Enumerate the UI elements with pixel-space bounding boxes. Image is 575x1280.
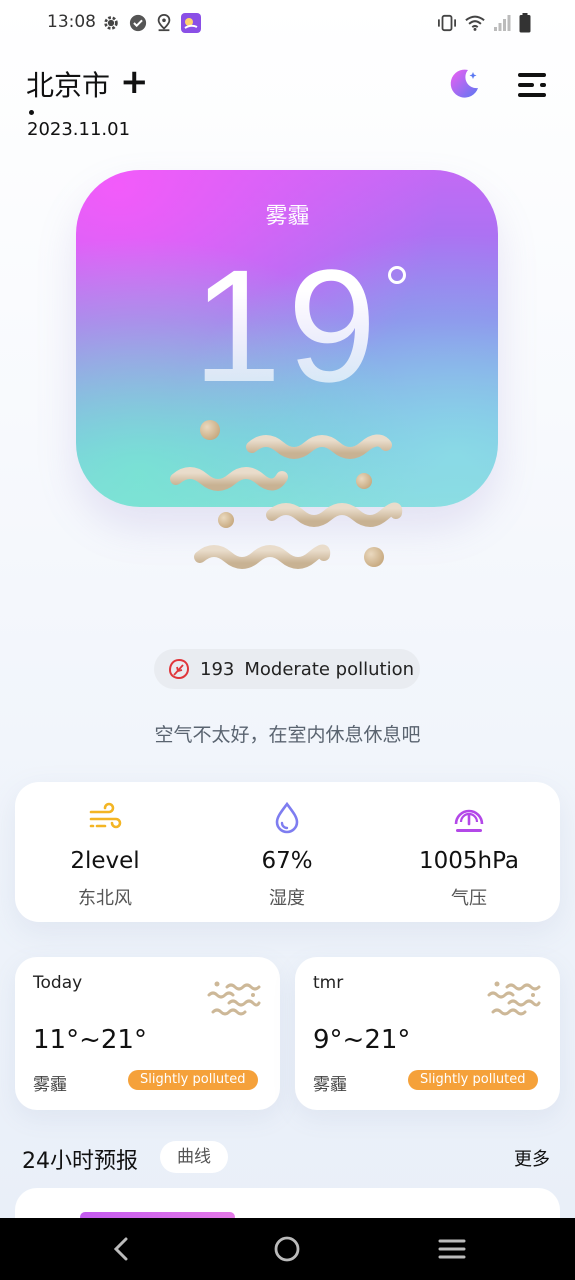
- menu-icon[interactable]: [516, 72, 548, 98]
- day-temp-range: 11°~21°: [33, 1025, 147, 1055]
- wind-stat[interactable]: 2level 东北风: [15, 782, 195, 922]
- humidity-label: 湿度: [269, 888, 305, 909]
- recents-icon: [438, 1239, 466, 1259]
- hero-temperature: 19: [0, 236, 575, 416]
- page-indicator-dot: [29, 110, 34, 115]
- forecast-title: 24小时预报: [22, 1149, 138, 1174]
- today-card[interactable]: Today 11°~21° 雾霾 Slightly polluted: [15, 957, 280, 1110]
- back-icon: [113, 1237, 128, 1261]
- leaf-icon: [168, 658, 190, 680]
- hero-condition: 雾霾: [265, 204, 310, 229]
- drop-icon: [275, 801, 299, 834]
- day-temp-range: 9°~21°: [313, 1025, 411, 1055]
- location-icon: [157, 14, 171, 32]
- haze-icon: [207, 981, 261, 1016]
- home-button[interactable]: [255, 1218, 319, 1280]
- humidity-value: 67%: [261, 848, 313, 874]
- aqi-badge[interactable]: 193 Moderate pollution: [154, 649, 420, 689]
- pressure-value: 1005hPa: [418, 848, 520, 874]
- aqi-label: Moderate pollution: [244, 658, 415, 680]
- status-time: 13:08: [47, 12, 96, 32]
- humidity-stat[interactable]: 67% 湿度: [197, 782, 377, 922]
- tomorrow-card[interactable]: tmr 9°~21° 雾霾 Slightly polluted: [295, 957, 560, 1110]
- status-icons-left: [102, 12, 201, 34]
- status-icons-right: [437, 12, 531, 34]
- degree-symbol: [388, 266, 406, 284]
- air-quality-badge: Slightly polluted: [128, 1070, 258, 1090]
- wifi-icon: [465, 15, 485, 31]
- system-nav-bar: [0, 1218, 575, 1280]
- day-name: Today: [33, 973, 83, 993]
- day-condition: 雾霾: [313, 1075, 347, 1095]
- curve-toggle-button[interactable]: 曲线: [160, 1141, 228, 1173]
- recents-button[interactable]: [420, 1218, 484, 1280]
- battery-icon: [519, 13, 531, 33]
- wind-label: 东北风: [78, 888, 132, 909]
- weather-stats-card: 2level 东北风 67% 湿度 1005hPa 气压: [15, 782, 560, 922]
- city-name: 北京市: [26, 69, 111, 102]
- day-name: tmr: [313, 973, 344, 993]
- moon-icon[interactable]: [446, 66, 482, 102]
- haze-icon: [487, 981, 541, 1016]
- city-selector[interactable]: 北京市 +: [26, 64, 149, 104]
- check-circle-icon: [129, 14, 147, 32]
- vibrate-icon: [438, 14, 456, 32]
- app-icon: [181, 13, 201, 33]
- back-button[interactable]: [90, 1218, 154, 1280]
- haze-icon: [170, 420, 403, 569]
- air-quality-badge: Slightly polluted: [408, 1070, 538, 1090]
- signal-icon: [494, 15, 511, 31]
- pressure-stat[interactable]: 1005hPa 气压: [379, 782, 559, 922]
- add-city-button[interactable]: +: [120, 65, 149, 99]
- gauge-icon: [454, 809, 484, 832]
- gear-icon: [104, 16, 118, 30]
- date-label: 2023.11.01: [27, 119, 131, 140]
- advice-text: 空气不太好，在室内休息休息吧: [154, 724, 421, 746]
- home-icon: [274, 1236, 300, 1262]
- day-condition: 雾霾: [33, 1075, 67, 1095]
- aqi-value: 193: [200, 658, 235, 680]
- more-link[interactable]: 更多: [514, 1145, 550, 1171]
- wind-icon: [89, 802, 122, 829]
- pressure-label: 气压: [451, 888, 487, 909]
- wind-value: 2level: [70, 848, 140, 874]
